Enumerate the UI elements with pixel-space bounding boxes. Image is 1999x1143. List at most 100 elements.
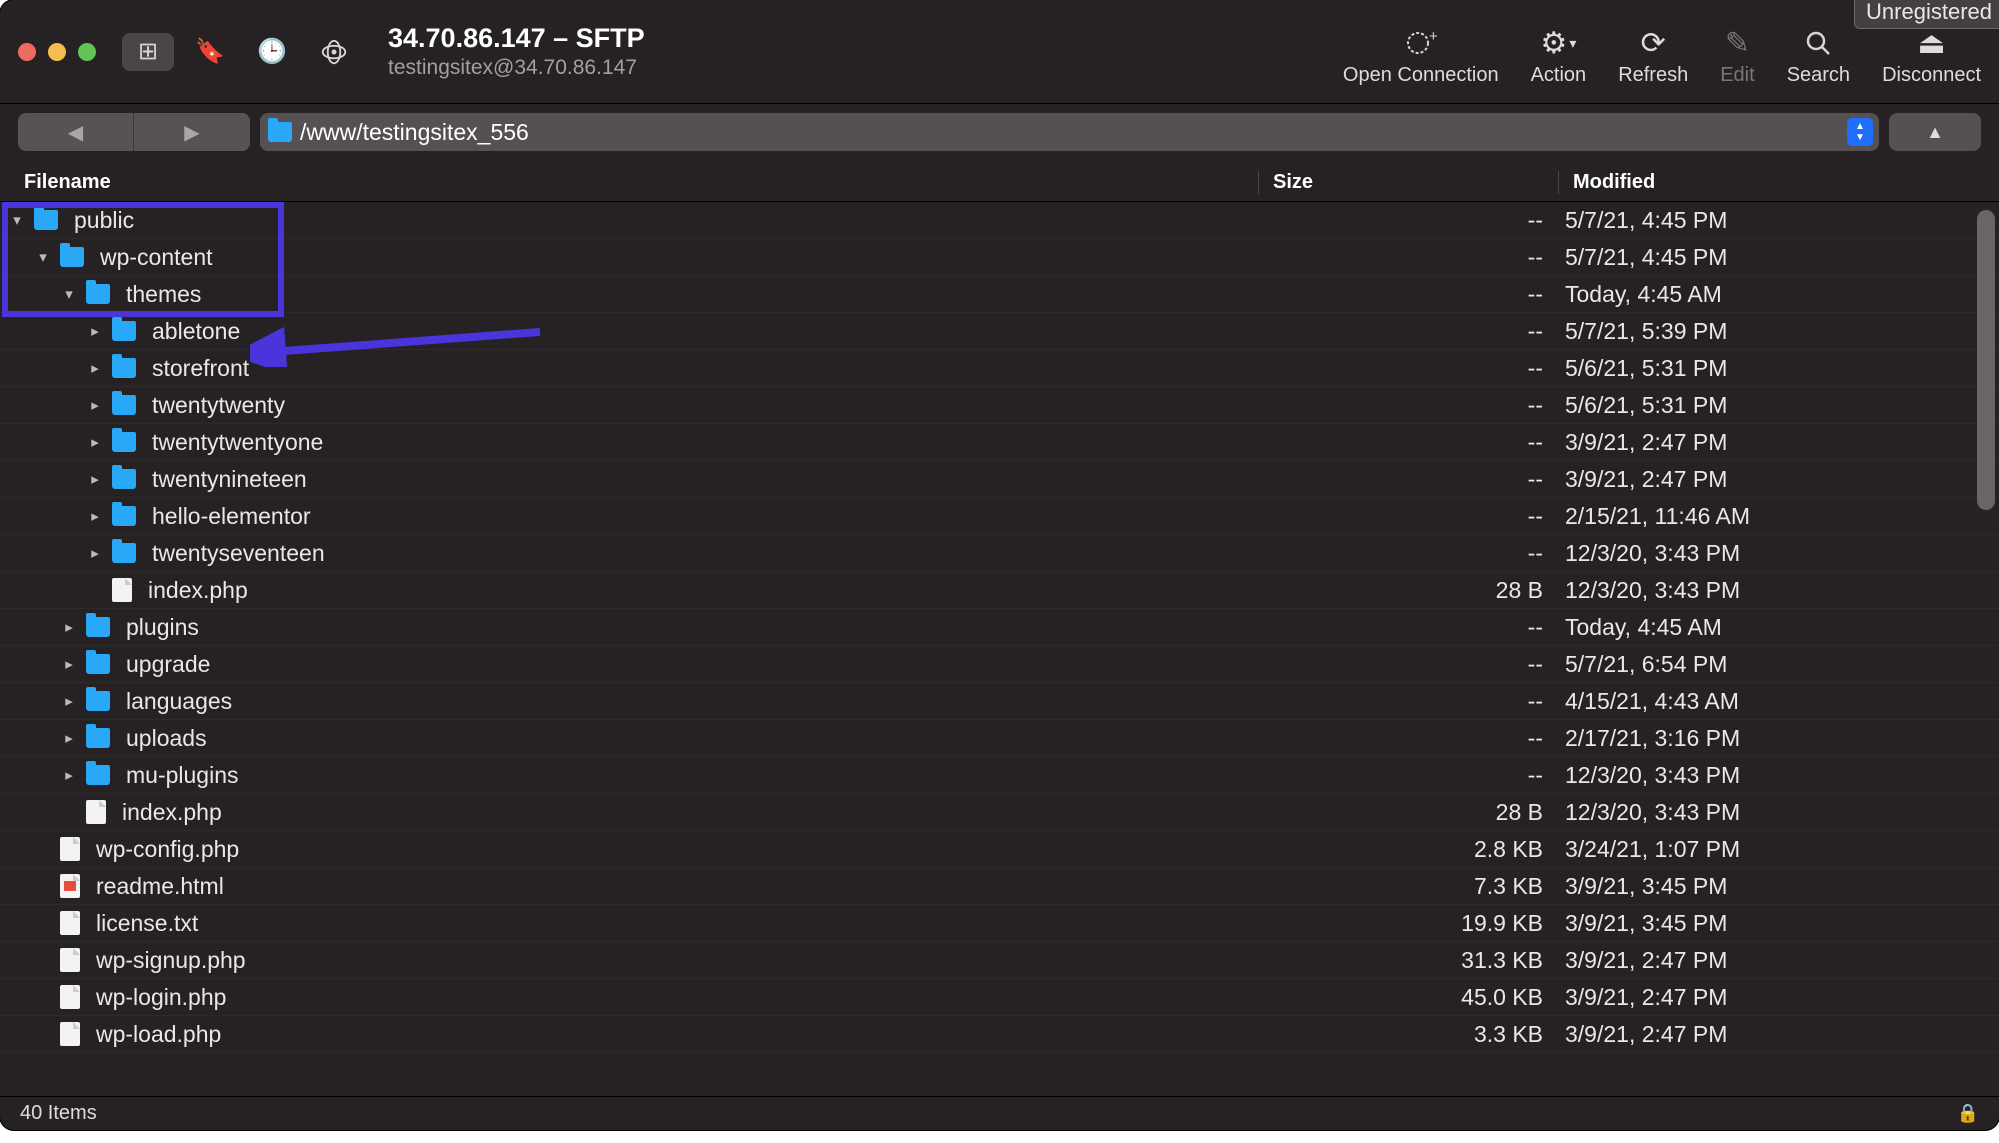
minimize-window-button[interactable]: [48, 43, 66, 61]
file-size: --: [1265, 429, 1565, 456]
file-row[interactable]: index.php28 B12/3/20, 3:43 PM: [0, 572, 1999, 609]
file-size: --: [1265, 651, 1565, 678]
file-name: wp-login.php: [96, 984, 226, 1011]
chevron-right-icon[interactable]: ▸: [86, 396, 104, 414]
file-row[interactable]: ▸upgrade--5/7/21, 6:54 PM: [0, 646, 1999, 683]
file-row[interactable]: wp-login.php45.0 KB3/9/21, 2:47 PM: [0, 979, 1999, 1016]
file-row[interactable]: ▸abletone--5/7/21, 5:39 PM: [0, 313, 1999, 350]
file-row[interactable]: ▾themes--Today, 4:45 AM: [0, 276, 1999, 313]
chevron-down-icon[interactable]: ▾: [60, 285, 78, 303]
file-modified: 2/17/21, 3:16 PM: [1565, 725, 1955, 752]
file-row[interactable]: ▸storefront--5/6/21, 5:31 PM: [0, 350, 1999, 387]
file-modified: 3/9/21, 3:45 PM: [1565, 910, 1955, 937]
close-window-button[interactable]: [18, 43, 36, 61]
chevron-right-icon[interactable]: ▸: [60, 729, 78, 747]
folder-icon: [112, 321, 136, 341]
edit-button[interactable]: ✎ Edit: [1720, 26, 1754, 87]
file-name: twentytwenty: [152, 392, 285, 419]
scrollbar-thumb[interactable]: [1977, 210, 1995, 510]
file-modified: 12/3/20, 3:43 PM: [1565, 762, 1955, 789]
file-row[interactable]: ▸twentynineteen--3/9/21, 2:47 PM: [0, 461, 1999, 498]
chevron-right-icon[interactable]: ▸: [60, 766, 78, 784]
chevron-right-icon[interactable]: ▸: [86, 507, 104, 525]
title-sub: testingsitex@34.70.86.147: [388, 56, 645, 80]
file-row[interactable]: index.php28 B12/3/20, 3:43 PM: [0, 794, 1999, 831]
file-row[interactable]: ▸plugins--Today, 4:45 AM: [0, 609, 1999, 646]
chevron-right-icon[interactable]: ▸: [86, 359, 104, 377]
file-icon: [60, 837, 80, 861]
open-connection-label: Open Connection: [1343, 64, 1499, 87]
file-row[interactable]: readme.html7.3 KB3/9/21, 3:45 PM: [0, 868, 1999, 905]
open-connection-button[interactable]: + Open Connection: [1343, 26, 1499, 87]
disconnect-button[interactable]: ⏏ Disconnect: [1882, 26, 1981, 87]
action-button[interactable]: ⚙︎▾ Action: [1531, 26, 1587, 87]
file-name: index.php: [148, 577, 248, 604]
file-icon: [60, 1022, 80, 1046]
file-name: readme.html: [96, 873, 224, 900]
file-row[interactable]: ▸twentytwentyone--3/9/21, 2:47 PM: [0, 424, 1999, 461]
file-modified: 3/24/21, 1:07 PM: [1565, 836, 1955, 863]
file-name: mu-plugins: [126, 762, 239, 789]
file-size: 7.3 KB: [1265, 873, 1565, 900]
file-size: --: [1265, 355, 1565, 382]
file-size: --: [1265, 503, 1565, 530]
file-icon: [60, 985, 80, 1009]
folder-icon: [86, 654, 110, 674]
file-row[interactable]: ▸languages--4/15/21, 4:43 AM: [0, 683, 1999, 720]
chevron-right-icon[interactable]: ▸: [86, 433, 104, 451]
unregistered-badge: Unregistered: [1854, 0, 1999, 29]
file-name: wp-signup.php: [96, 947, 246, 974]
col-filename[interactable]: Filename: [0, 171, 1259, 194]
action-label: Action: [1531, 64, 1587, 87]
col-size[interactable]: Size: [1259, 171, 1559, 194]
search-button[interactable]: Search: [1787, 26, 1850, 87]
file-row[interactable]: ▸uploads--2/17/21, 3:16 PM: [0, 720, 1999, 757]
file-row[interactable]: wp-config.php2.8 KB3/24/21, 1:07 PM: [0, 831, 1999, 868]
file-row[interactable]: license.txt19.9 KB3/9/21, 3:45 PM: [0, 905, 1999, 942]
nav-forward-button[interactable]: ▶: [134, 113, 250, 151]
chevron-down-icon[interactable]: ▾: [8, 211, 26, 229]
file-icon: [60, 948, 80, 972]
file-row[interactable]: ▸twentyseventeen--12/3/20, 3:43 PM: [0, 535, 1999, 572]
edit-label: Edit: [1720, 64, 1754, 87]
bonjour-button[interactable]: [308, 33, 360, 71]
path-dropdown-button[interactable]: ▲▼: [1847, 118, 1873, 146]
file-name: languages: [126, 688, 232, 715]
file-row[interactable]: wp-signup.php31.3 KB3/9/21, 2:47 PM: [0, 942, 1999, 979]
chevron-right-icon[interactable]: ▸: [60, 692, 78, 710]
file-row[interactable]: ▾wp-content--5/7/21, 4:45 PM: [0, 239, 1999, 276]
history-button[interactable]: 🕒: [246, 33, 298, 71]
col-modified[interactable]: Modified: [1559, 171, 1979, 194]
view-columns-button[interactable]: ⊞: [122, 33, 174, 71]
file-row[interactable]: ▸mu-plugins--12/3/20, 3:43 PM: [0, 757, 1999, 794]
file-row[interactable]: ▸hello-elementor--2/15/21, 11:46 AM: [0, 498, 1999, 535]
path-field[interactable]: /www/testingsitex_556 ▲▼: [260, 113, 1879, 151]
bookmarks-button[interactable]: 🔖: [184, 33, 236, 71]
chevron-right-icon[interactable]: ▸: [86, 322, 104, 340]
chevron-right-icon[interactable]: ▸: [86, 544, 104, 562]
file-size: --: [1265, 540, 1565, 567]
nav-back-button[interactable]: ◀: [18, 113, 134, 151]
file-modified: 4/15/21, 4:43 AM: [1565, 688, 1955, 715]
go-up-button[interactable]: ▲: [1889, 113, 1981, 151]
search-icon: [1804, 26, 1832, 60]
app-window: Unregistered ⊞ 🔖 🕒 34.70.86.147 – SFTP t…: [0, 0, 1999, 1130]
file-size: 31.3 KB: [1265, 947, 1565, 974]
file-row[interactable]: ▸twentytwenty--5/6/21, 5:31 PM: [0, 387, 1999, 424]
folder-icon: [86, 691, 110, 711]
folder-icon: [86, 284, 110, 304]
file-row[interactable]: ▾public--5/7/21, 4:45 PM: [0, 202, 1999, 239]
file-list[interactable]: ▾public--5/7/21, 4:45 PM▾wp-content--5/7…: [0, 202, 1999, 1096]
chevron-right-icon[interactable]: ▸: [60, 618, 78, 636]
file-name: storefront: [152, 355, 249, 382]
chevron-right-icon[interactable]: ▸: [60, 655, 78, 673]
svg-text:+: +: [1429, 28, 1438, 45]
refresh-button[interactable]: ⟳ Refresh: [1618, 26, 1688, 87]
file-name: wp-config.php: [96, 836, 239, 863]
zoom-window-button[interactable]: [78, 43, 96, 61]
file-row[interactable]: wp-load.php3.3 KB3/9/21, 2:47 PM: [0, 1016, 1999, 1053]
chevron-down-icon[interactable]: ▾: [34, 248, 52, 266]
title-main: 34.70.86.147 – SFTP: [388, 23, 645, 54]
status-bar: 40 Items 🔒: [0, 1096, 1999, 1130]
chevron-right-icon[interactable]: ▸: [86, 470, 104, 488]
